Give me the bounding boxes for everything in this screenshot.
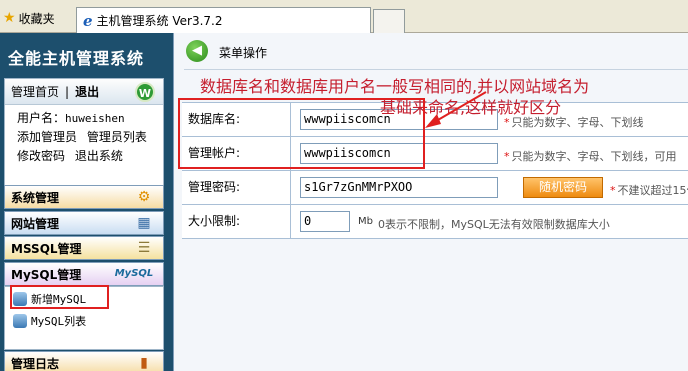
arrow-line <box>430 91 487 125</box>
arrow-head <box>425 114 441 128</box>
annotation-arrow <box>425 91 487 128</box>
